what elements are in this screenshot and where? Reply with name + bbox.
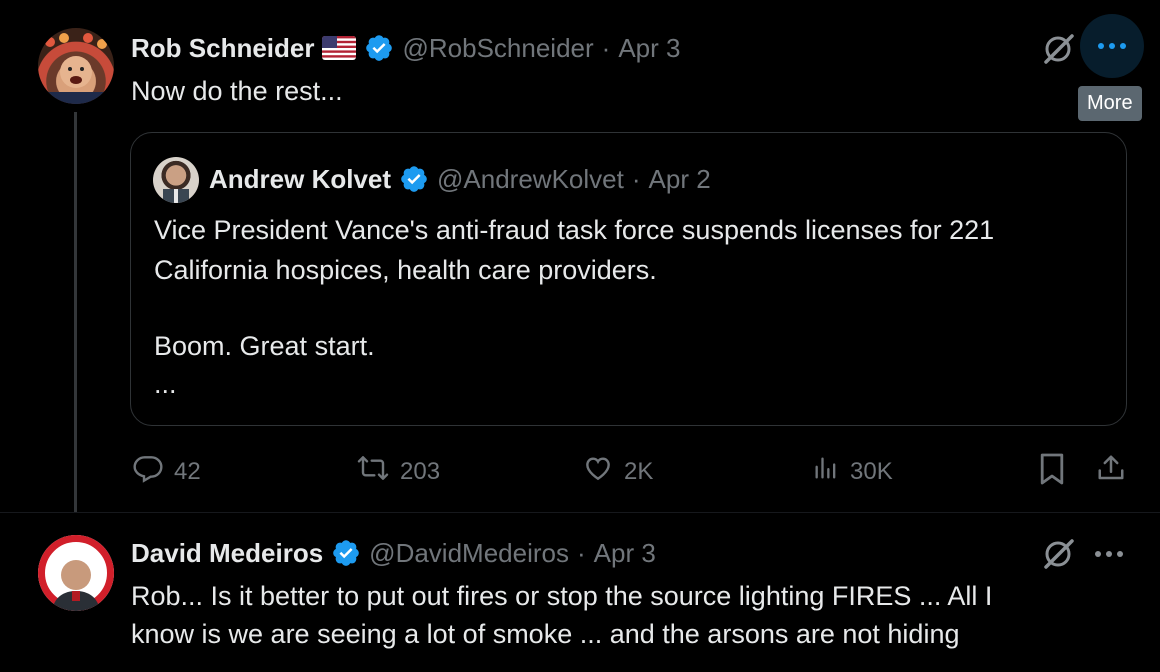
grok-icon[interactable] xyxy=(1042,537,1076,571)
reply-icon xyxy=(132,452,164,491)
verified-badge-icon[interactable] xyxy=(364,33,394,63)
repost-count: 203 xyxy=(400,457,441,485)
quoted-text-line-3: Boom. Great start. xyxy=(154,331,375,361)
more-icon xyxy=(1094,545,1124,562)
author-name[interactable]: Rob Schneider xyxy=(131,33,314,64)
author-name[interactable]: David Medeiros xyxy=(131,538,323,569)
more-icon xyxy=(1097,37,1127,55)
avatar[interactable] xyxy=(38,535,114,611)
repost-button[interactable]: 203 xyxy=(356,452,440,491)
reply-count: 42 xyxy=(174,457,201,485)
grok-icon[interactable] xyxy=(1042,32,1076,66)
author-handle[interactable]: @DavidMedeiros xyxy=(369,538,569,569)
post-date[interactable]: Apr 3 xyxy=(594,538,656,569)
like-button[interactable]: 2K xyxy=(582,452,653,491)
views-count: 30K xyxy=(850,457,893,485)
more-tooltip: More xyxy=(1078,86,1142,121)
separator-dot: · xyxy=(601,32,611,63)
quoted-post-card[interactable]: Andrew Kolvet @AndrewKolvet · Apr 2 Vice… xyxy=(130,132,1127,426)
separator-dot: · xyxy=(576,537,586,568)
post-text-line-1: Rob... Is it better to put out fires or … xyxy=(131,581,993,611)
quoted-author-handle[interactable]: @AndrewKolvet xyxy=(437,164,624,195)
like-icon xyxy=(582,452,614,491)
verified-badge-icon[interactable] xyxy=(331,538,361,568)
quoted-post-date[interactable]: Apr 2 xyxy=(649,164,711,195)
post-rob-schneider[interactable]: Rob Schneider @RobSchneider · Apr 3 More… xyxy=(0,0,1160,512)
post-header: David Medeiros @DavidMedeiros · Apr 3 xyxy=(131,535,656,571)
post-david-medeiros[interactable]: David Medeiros @DavidMedeiros · Apr 3 Ro… xyxy=(0,512,1160,672)
flag-us-icon xyxy=(322,36,357,60)
post-text-line-2: know is we are seeing a lot of smoke ...… xyxy=(131,619,960,649)
more-button[interactable] xyxy=(1080,14,1144,78)
author-handle[interactable]: @RobSchneider xyxy=(402,33,593,64)
views-button[interactable]: 30K xyxy=(812,452,893,491)
reply-button[interactable]: 42 xyxy=(132,452,201,491)
bookmark-icon[interactable] xyxy=(1038,452,1066,491)
quoted-text-line-2: California hospices, health care provide… xyxy=(154,255,657,285)
separator-dot: · xyxy=(631,163,641,194)
quoted-avatar[interactable] xyxy=(153,157,199,203)
avatar[interactable] xyxy=(38,28,114,104)
quoted-text-line-1: Vice President Vance's anti-fraud task f… xyxy=(154,215,995,245)
post-header: Rob Schneider @RobSchneider · Apr 3 xyxy=(131,30,680,66)
verified-badge-icon[interactable] xyxy=(399,164,429,194)
quoted-author-name[interactable]: Andrew Kolvet xyxy=(209,164,391,195)
repost-icon xyxy=(356,452,390,491)
like-count: 2K xyxy=(624,457,654,485)
quoted-text-ellipsis: ... xyxy=(154,369,177,399)
post-date[interactable]: Apr 3 xyxy=(618,33,680,64)
views-icon xyxy=(812,452,840,491)
share-icon[interactable] xyxy=(1096,452,1126,489)
quoted-header: Andrew Kolvet @AndrewKolvet · Apr 2 xyxy=(209,161,711,197)
post-text: Now do the rest... xyxy=(131,76,343,106)
more-button[interactable] xyxy=(1094,545,1124,563)
